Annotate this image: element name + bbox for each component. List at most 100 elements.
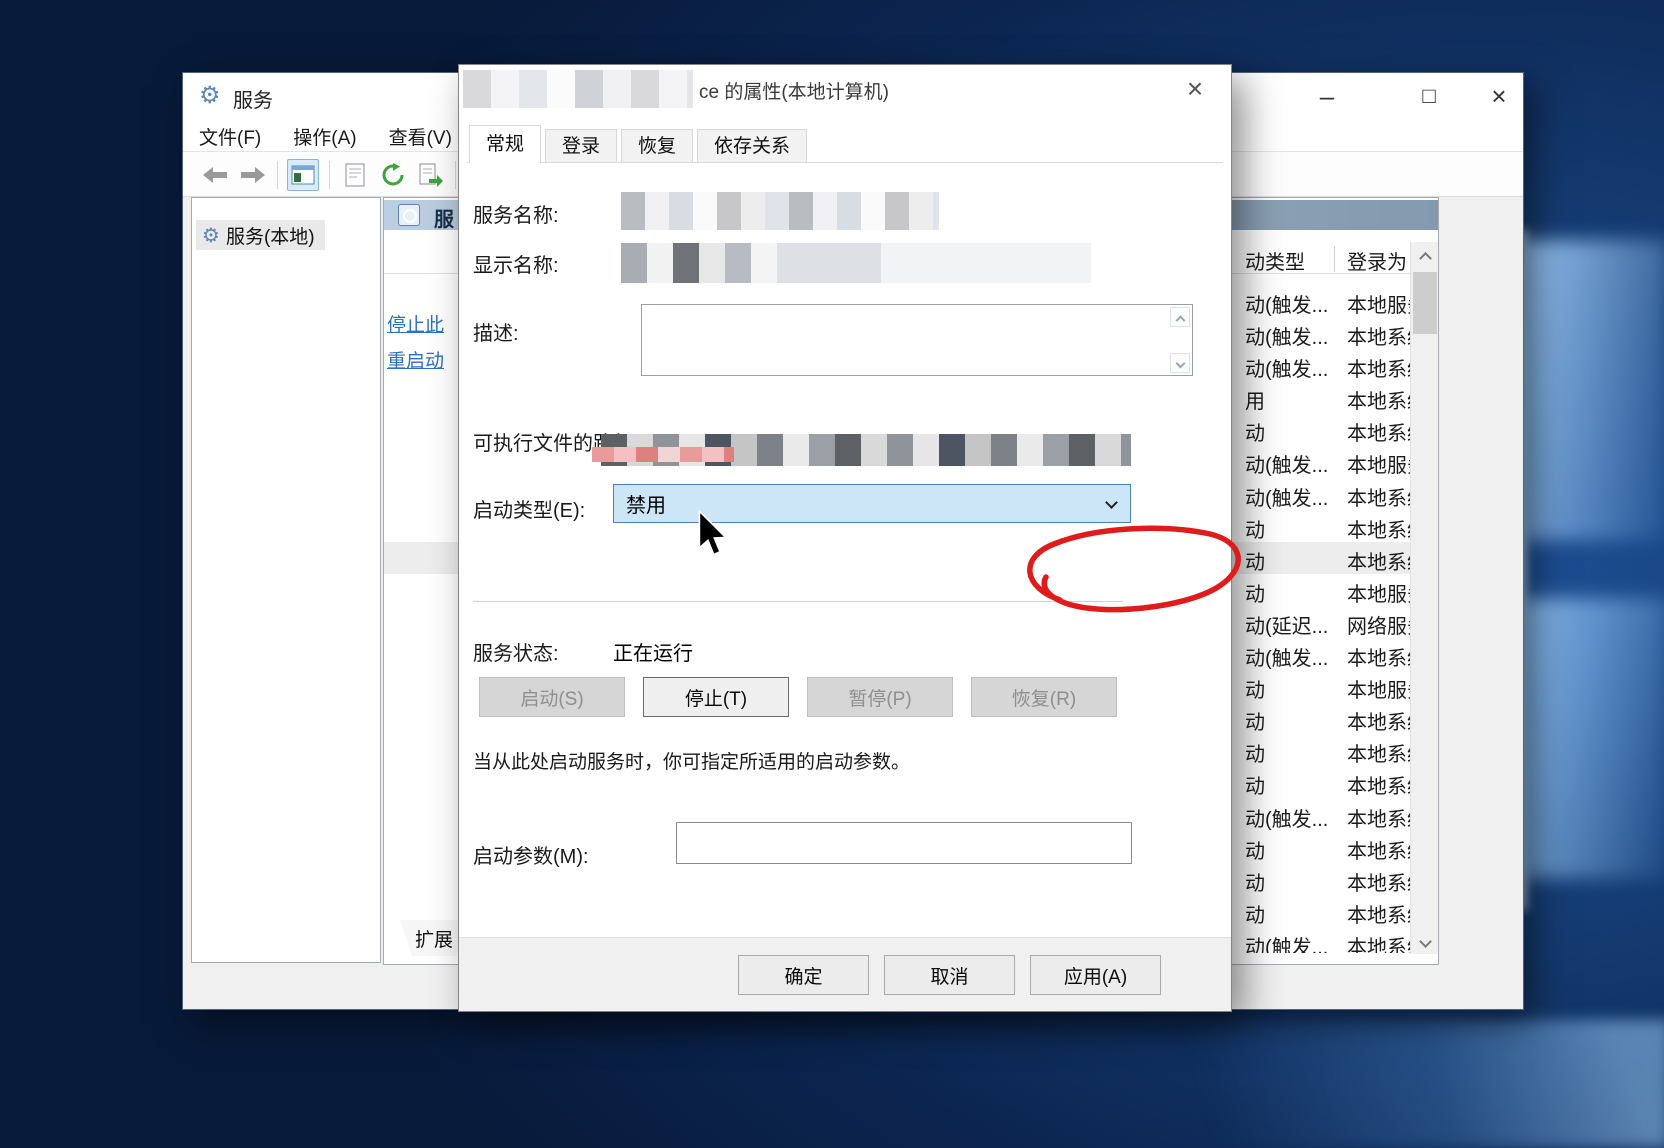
column-header-logon-as[interactable]: 登录为 xyxy=(1347,246,1407,275)
logon-as-cell: 本地系统 xyxy=(1347,867,1410,896)
scroll-down-icon[interactable] xyxy=(1170,353,1190,373)
logon-as-cell: 本地系统 xyxy=(1347,803,1410,832)
logon-as-cell: 网络服务 xyxy=(1347,610,1410,639)
logon-as-cell: 本地系统 xyxy=(1347,931,1410,953)
vertical-scrollbar[interactable] xyxy=(1410,242,1438,954)
dialog-title: ce 的属性(本地计算机) xyxy=(699,77,889,104)
startup-type-cell: 动 xyxy=(1245,546,1265,575)
dialog-close-icon[interactable]: × xyxy=(1175,71,1215,107)
column-header-startup-type[interactable]: 动类型 xyxy=(1245,246,1305,275)
toolbar-separator xyxy=(329,161,330,189)
logon-as-cell: 本地服务 xyxy=(1347,449,1410,478)
minimize-button[interactable]: – xyxy=(1305,77,1349,115)
tab-恢复[interactable]: 恢复 xyxy=(621,129,693,163)
service-button-暂停(P)[interactable]: 暂停(P) xyxy=(807,677,953,717)
startup-params-input[interactable] xyxy=(676,822,1132,864)
logon-as-cell: 本地服务 xyxy=(1347,289,1410,318)
startup-type-cell: 动 xyxy=(1245,514,1265,543)
startup-type-cell: 动(延迟... xyxy=(1245,610,1328,639)
startup-type-cell: 动(触发... xyxy=(1245,353,1328,382)
tab-常规[interactable]: 常规 xyxy=(469,125,541,163)
startup-type-label: 启动类型(E): xyxy=(473,494,585,523)
logon-as-cell: 本地服务 xyxy=(1347,578,1410,607)
startup-type-cell: 动(触发... xyxy=(1245,642,1328,671)
pane-title-fragment: 服 xyxy=(434,203,454,232)
startup-type-cell: 用 xyxy=(1245,385,1265,414)
redacted-service-name xyxy=(621,192,939,230)
wallpaper-beam xyxy=(1518,240,1664,540)
column-divider[interactable] xyxy=(1334,246,1335,272)
properties-icon[interactable] xyxy=(339,159,371,191)
forward-icon[interactable] xyxy=(237,159,269,191)
startup-type-value: 禁用 xyxy=(614,489,666,518)
startup-type-cell: 动 xyxy=(1245,578,1265,607)
close-button[interactable]: × xyxy=(1477,77,1521,115)
startup-type-cell: 动 xyxy=(1245,674,1265,703)
back-icon[interactable] xyxy=(199,159,231,191)
scrollbar-thumb[interactable] xyxy=(1413,272,1437,334)
footer-button-取消[interactable]: 取消 xyxy=(884,955,1015,995)
scroll-up-icon[interactable] xyxy=(1170,307,1190,327)
service-button-恢复(R)[interactable]: 恢复(R) xyxy=(971,677,1117,717)
dialog-footer: 确定取消应用(A) xyxy=(459,937,1231,1011)
description-textarea[interactable] xyxy=(641,304,1193,376)
services-gear-icon: ⚙ xyxy=(202,223,220,248)
logon-as-cell: 本地系统 xyxy=(1347,835,1410,864)
services-gear-icon: ⚙ xyxy=(199,81,221,110)
logon-as-cell: 本地系统 xyxy=(1347,899,1410,928)
startup-params-hint: 当从此处启动服务时，你可指定所适用的启动参数。 xyxy=(473,747,910,774)
menu-item-文件(F)[interactable]: 文件(F) xyxy=(183,119,277,154)
startup-type-cell: 动 xyxy=(1245,738,1265,767)
separator xyxy=(473,601,1123,602)
refresh-icon[interactable] xyxy=(377,159,409,191)
menu-item-操作(A)[interactable]: 操作(A) xyxy=(277,119,372,154)
description-label: 描述: xyxy=(473,317,519,346)
redacted-exe-path-red xyxy=(592,447,734,462)
service-status-label: 服务状态: xyxy=(473,637,559,666)
scroll-up-icon[interactable] xyxy=(1411,242,1439,268)
tab-登录[interactable]: 登录 xyxy=(545,129,617,163)
tree-item-label: 服务(本地) xyxy=(226,222,315,249)
service-status-value: 正在运行 xyxy=(613,637,693,666)
red-circle-annotation xyxy=(1012,520,1247,624)
logon-as-cell: 本地系统 xyxy=(1347,706,1410,735)
menu-item-查看(V)[interactable]: 查看(V) xyxy=(373,119,468,154)
window-title: 服务 xyxy=(233,84,273,113)
wallpaper-beam xyxy=(1518,598,1664,878)
chevron-down-icon xyxy=(1105,496,1118,509)
toolbar-separator xyxy=(455,161,456,189)
startup-type-cell: 动 xyxy=(1245,899,1265,928)
logon-as-cell: 本地系统 xyxy=(1347,642,1410,671)
logon-as-cell: 本地系统 xyxy=(1347,385,1410,414)
startup-type-cell: 动 xyxy=(1245,770,1265,799)
service-button-停止(T)[interactable]: 停止(T) xyxy=(643,677,789,717)
tab-依存关系[interactable]: 依存关系 xyxy=(697,129,807,163)
export-list-icon[interactable] xyxy=(415,159,447,191)
logon-as-cell: 本地系统 xyxy=(1347,321,1410,350)
redacted-service-name-title xyxy=(463,70,693,108)
footer-button-确定[interactable]: 确定 xyxy=(738,955,869,995)
toolbar-separator xyxy=(277,161,278,189)
logon-as-cell: 本地服务 xyxy=(1347,674,1410,703)
startup-type-dropdown[interactable]: 禁用 xyxy=(613,484,1131,523)
logon-as-cell: 本地系统 xyxy=(1347,482,1410,511)
tree-item-services-local[interactable]: ⚙ 服务(本地) xyxy=(196,220,325,250)
maximize-button[interactable]: □ xyxy=(1407,77,1451,115)
startup-type-cell: 动(触发... xyxy=(1245,321,1328,350)
startup-params-label: 启动参数(M): xyxy=(473,840,589,869)
startup-type-cell: 动 xyxy=(1245,835,1265,864)
service-properties-dialog: ce 的属性(本地计算机) × 常规登录恢复依存关系 服务名称: 显示名称: 描… xyxy=(458,64,1232,1012)
logon-as-cell: 本地系统 xyxy=(1347,353,1410,382)
show-console-tree-icon[interactable] xyxy=(287,159,319,191)
footer-button-应用(A)[interactable]: 应用(A) xyxy=(1030,955,1161,995)
startup-type-cell: 动(触发... xyxy=(1245,449,1328,478)
startup-type-cell: 动(触发... xyxy=(1245,931,1328,953)
startup-type-cell: 动(触发... xyxy=(1245,803,1328,832)
scroll-down-icon[interactable] xyxy=(1411,928,1439,954)
service-name-label: 服务名称: xyxy=(473,199,559,228)
service-button-启动(S)[interactable]: 启动(S) xyxy=(479,677,625,717)
logon-as-cell: 本地系统 xyxy=(1347,546,1410,575)
startup-type-cell: 动 xyxy=(1245,867,1265,896)
tab-baseline xyxy=(467,162,1223,163)
startup-type-cell: 动(触发... xyxy=(1245,289,1328,318)
